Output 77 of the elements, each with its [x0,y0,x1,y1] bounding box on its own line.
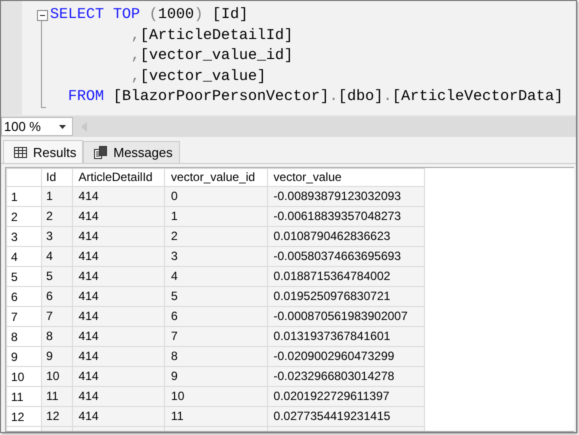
row-number: 10 [6,366,42,386]
table-cell: 0.0277354419231415 [267,406,424,426]
table-cell: 9 [42,346,72,366]
table-cell: 2 [42,206,72,226]
collapse-icon[interactable] [36,10,48,21]
table-cell: -0.000870561983902007 [267,306,424,326]
table-cell: -0.0209002960473299 [267,346,424,366]
table-cell: 0.0195250976830721 [267,286,424,306]
table-cell: 6 [164,306,268,326]
table-cell: 0 [164,186,268,206]
table-cell: -0.00618839357048273 [267,206,424,226]
table-cell: 4 [42,246,72,266]
table-cell: 8 [164,346,268,366]
column-header: Id [42,168,72,186]
table-cell: 414 [72,406,165,426]
row-number: 3 [6,226,42,246]
table-cell: 4 [164,266,268,286]
code-line: ,[vector_value_id] [130,46,294,66]
table-cell: 6 [42,286,72,306]
column-header: vector_value [267,168,424,186]
table-cell: 7 [42,306,72,326]
table-cell: -0.00893879123032093 [267,186,424,206]
table-cell: -0.0232966803014278 [267,366,424,386]
table-cell: 0.0201922729611397 [267,386,424,406]
table-cell: 414 [72,266,165,286]
table-cell: 7 [164,326,268,346]
table-cell: 414 [72,386,165,406]
row-number: 11 [6,386,42,406]
table-cell: 0.0188715364784002 [267,266,424,286]
dropdown-arrow-icon [59,124,66,128]
zoom-dropdown[interactable]: 100 % [1,117,73,136]
table-cell: 12 [42,406,72,426]
column-header: ArticleDetailId [72,168,165,186]
table-cell: 0.0131937367841601 [267,326,424,346]
table-cell: 5 [164,286,268,306]
table-cell: 414 [72,286,165,306]
table-cell: 1 [164,206,268,226]
row-number: 9 [6,346,42,366]
table-cell: 9 [164,366,268,386]
table-cell: 414 [72,306,165,326]
table-cell: 11 [42,386,72,406]
zoom-value: 100 % [4,119,41,134]
table-cell: 1 [42,186,72,206]
table-cell: 5 [42,266,72,286]
code-line: SELECT TOP (1000) [Id] [50,5,250,25]
results-tab[interactable]: Results [3,140,84,163]
table-cell: 414 [72,246,165,266]
table-cell: 414 [72,326,165,346]
table-cell: 414 [72,226,165,246]
row-number: 7 [6,306,42,326]
row-number: 1 [6,186,42,206]
table-cell: 414 [72,346,165,366]
table-cell: 0.0108790462836623 [267,226,424,246]
table-cell: 414 [72,206,165,226]
table-cell: 8 [42,326,72,346]
row-number: 6 [6,286,42,306]
row-number: 4 [6,246,42,266]
table-cell: 2 [164,226,268,246]
table-cell: 10 [42,366,72,386]
table-cell: 414 [72,186,165,206]
row-number: 8 [6,326,42,346]
code-line: FROM [BlazorPoorPersonVector].[dbo].[ArticleVectorData] [67,87,564,107]
row-number: 5 [6,266,42,286]
row-number: 2 [6,206,42,226]
messages-icon [94,146,108,159]
table-cell: 10 [164,386,268,406]
table-cell: 3 [164,246,268,266]
column-header: vector_value_id [164,168,268,186]
table-cell: 11 [164,406,268,426]
code-line: ,[vector_value] [130,66,268,86]
table-cell: -0.00580374663695693 [267,246,424,266]
code-line: ,[ArticleDetailId] [130,26,294,46]
messages-tab[interactable]: Messages [83,141,180,163]
table-cell: 3 [42,226,72,246]
table-cell: 414 [72,366,165,386]
row-number: 12 [6,406,42,426]
grid-icon [14,146,27,158]
